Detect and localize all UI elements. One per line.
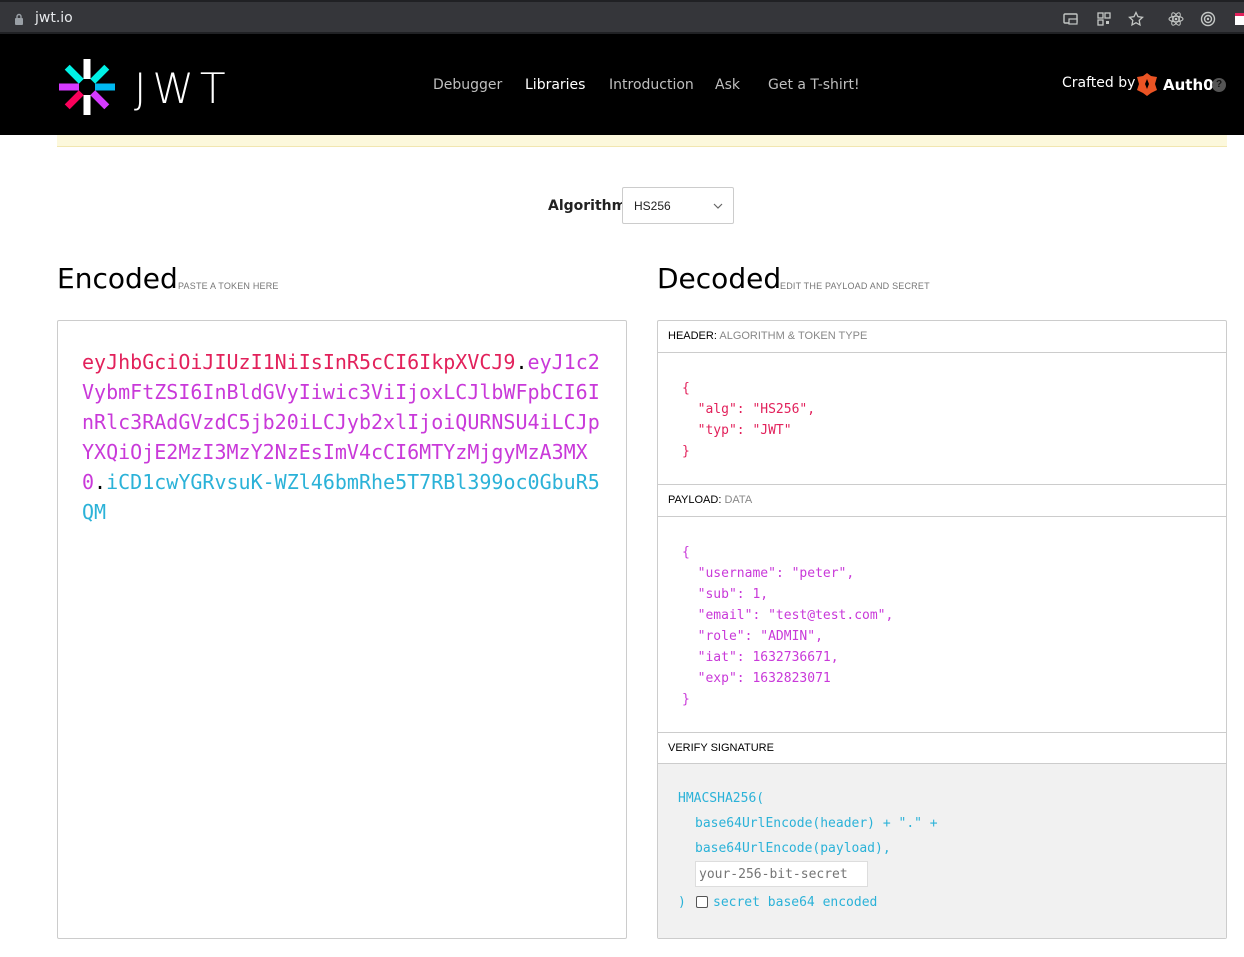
header-json-editor[interactable]: { "alg": "HS256", "typ": "JWT" } bbox=[658, 353, 1226, 485]
nav-ask[interactable]: Ask bbox=[715, 77, 740, 93]
qr-code-icon[interactable] bbox=[1096, 11, 1112, 27]
help-icon[interactable]: ? bbox=[1212, 78, 1226, 92]
lock-icon bbox=[15, 13, 23, 25]
react-devtools-icon[interactable] bbox=[1168, 11, 1184, 27]
verify-signature-title: VERIFY SIGNATURE bbox=[658, 733, 1226, 764]
algorithm-select[interactable]: HS256 bbox=[622, 187, 734, 224]
jwt-logo-icon[interactable] bbox=[57, 57, 117, 117]
extension-icon[interactable] bbox=[1232, 11, 1244, 27]
nav-debugger[interactable]: Debugger bbox=[433, 77, 502, 93]
payload-json[interactable]: { "username": "peter", "sub": 1, "email"… bbox=[682, 542, 893, 710]
browser-toolbar: jwt.io bbox=[0, 0, 1244, 34]
token-signature-part: iCD1cwYGRvsuK-WZl46bmRhe5T7RBl399oc0GbuR… bbox=[82, 470, 600, 524]
crafted-by-label: Crafted by bbox=[1062, 75, 1136, 91]
algorithm-label: Algorithm bbox=[548, 198, 627, 214]
url-text[interactable]: jwt.io bbox=[35, 10, 73, 26]
chevron-down-icon bbox=[713, 203, 723, 209]
token-header-part: eyJhbGciOiJIUzI1NiIsInR5cCI6IkpXVCJ9 bbox=[82, 350, 516, 374]
decoded-panel: HEADER: ALGORITHM & TOKEN TYPE { "alg": … bbox=[657, 320, 1227, 939]
secret-input[interactable] bbox=[695, 861, 868, 887]
base64-checkbox-label[interactable]: secret base64 encoded bbox=[713, 895, 877, 910]
address-bar[interactable]: jwt.io bbox=[0, 2, 1244, 32]
encoded-title: Encoded bbox=[57, 262, 178, 295]
auth0-brand[interactable]: Auth0 bbox=[1163, 76, 1214, 94]
base64-checkbox[interactable] bbox=[696, 896, 708, 908]
logo-wordmark[interactable]: JWT bbox=[134, 64, 232, 113]
payload-section-title: PAYLOAD: DATA bbox=[658, 485, 1226, 517]
site-header: JWT Debugger Libraries Introduction Ask … bbox=[0, 34, 1244, 135]
algorithm-value: HS256 bbox=[634, 199, 671, 213]
nav-tshirt[interactable]: Get a T-shirt! bbox=[768, 77, 860, 93]
encoded-subtitle: PASTE A TOKEN HERE bbox=[178, 281, 279, 291]
payload-json-editor[interactable]: { "username": "peter", "sub": 1, "email"… bbox=[658, 517, 1226, 733]
decoded-subtitle: EDIT THE PAYLOAD AND SECRET bbox=[780, 281, 930, 291]
token-dot: . bbox=[94, 470, 107, 494]
nav-introduction[interactable]: Introduction bbox=[609, 77, 694, 93]
signature-header-line: base64UrlEncode(header) + "." + bbox=[695, 816, 938, 831]
signature-payload-line: base64UrlEncode(payload), bbox=[695, 841, 891, 856]
encoded-token[interactable]: eyJhbGciOiJIUzI1NiIsInR5cCI6IkpXVCJ9.eyJ… bbox=[82, 347, 602, 527]
signature-fn-line: HMACSHA256( bbox=[678, 791, 765, 806]
signature-editor: HMACSHA256( base64UrlEncode(header) + ".… bbox=[658, 764, 1226, 938]
cast-icon[interactable] bbox=[1063, 11, 1079, 27]
encoded-token-editor[interactable]: eyJhbGciOiJIUzI1NiIsInR5cCI6IkpXVCJ9.eyJ… bbox=[57, 320, 627, 939]
extension-target-icon[interactable] bbox=[1200, 11, 1216, 27]
signature-close-paren: ) bbox=[678, 895, 686, 910]
decoded-title: Decoded bbox=[657, 262, 782, 295]
header-section-title: HEADER: ALGORITHM & TOKEN TYPE bbox=[658, 321, 1226, 353]
auth0-logo-icon[interactable] bbox=[1135, 72, 1159, 96]
bookmark-star-icon[interactable] bbox=[1128, 10, 1144, 27]
token-dot: . bbox=[515, 350, 528, 374]
notice-banner bbox=[57, 135, 1227, 147]
header-json[interactable]: { "alg": "HS256", "typ": "JWT" } bbox=[682, 378, 815, 462]
nav-libraries[interactable]: Libraries bbox=[525, 77, 585, 93]
